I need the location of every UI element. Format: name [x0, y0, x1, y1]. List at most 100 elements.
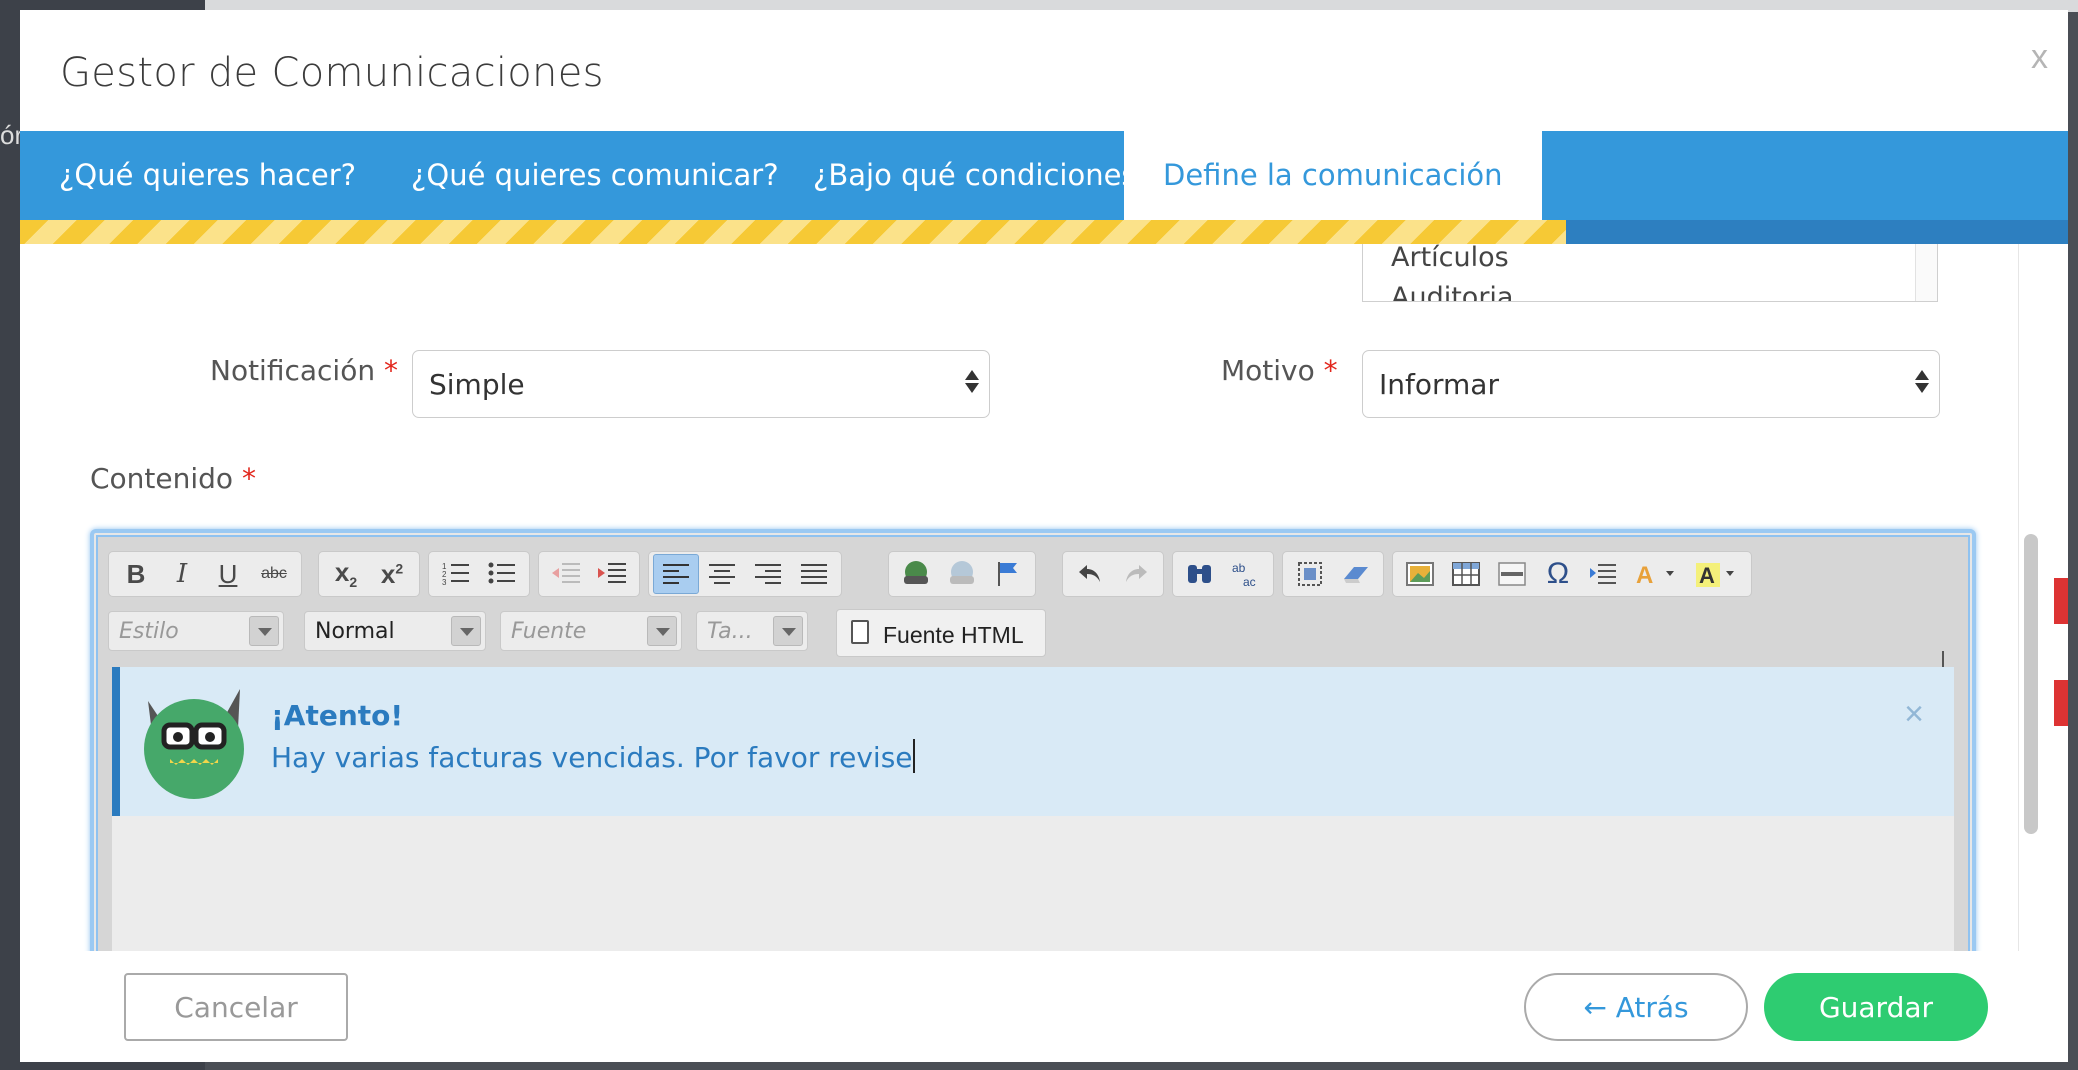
notification-label: Notificación *: [210, 354, 398, 387]
wizard-progress-bar: [20, 220, 2068, 244]
scrollbar-thumb[interactable]: [2024, 534, 2038, 834]
numbered-list-icon[interactable]: 123: [433, 554, 479, 594]
cancel-button[interactable]: Cancelar: [124, 973, 348, 1041]
content-label-text: Contenido: [90, 462, 234, 495]
remove-format-icon[interactable]: [1333, 554, 1379, 594]
close-modal-button[interactable]: x: [2031, 38, 2048, 77]
toolbar-group-select: [1282, 551, 1384, 597]
justify-icon[interactable]: [791, 554, 837, 594]
indent-icon[interactable]: [589, 554, 635, 594]
italic-icon[interactable]: I: [159, 554, 205, 594]
content-label: Contenido *: [90, 462, 256, 495]
required-mark: *: [383, 354, 398, 387]
toolbar-group-basic: B I U abc: [108, 551, 302, 597]
format-combo-text: Normal: [315, 619, 395, 644]
background-color-icon[interactable]: A: [1687, 554, 1747, 594]
size-combo[interactable]: Ta...: [696, 611, 808, 651]
superscript-icon[interactable]: x2: [369, 554, 415, 594]
required-mark: *: [1323, 354, 1338, 387]
toolbar-group-history: [1062, 551, 1164, 597]
communications-modal: Gestor de Comunicaciones x ¿Qué quieres …: [20, 10, 2068, 1062]
text-caret: [912, 739, 915, 773]
reason-select-value: Informar: [1379, 368, 1499, 401]
undo-icon[interactable]: [1067, 554, 1113, 594]
align-left-icon[interactable]: [653, 554, 699, 594]
format-combo[interactable]: Normal: [304, 611, 486, 651]
align-right-icon[interactable]: [745, 554, 791, 594]
unlink-icon[interactable]: [939, 554, 985, 594]
toolbar-group-script: x2 x2: [318, 551, 420, 597]
subscript-icon[interactable]: x2: [323, 554, 369, 594]
reason-label: Motivo *: [1221, 354, 1338, 387]
toolbar-group-find: ab ac: [1172, 551, 1274, 597]
html-source-button[interactable]: Fuente HTML: [836, 609, 1046, 657]
replace-icon[interactable]: ab ac: [1223, 554, 1269, 594]
image-icon[interactable]: [1397, 554, 1443, 594]
progress-fill: [20, 220, 1567, 244]
listbox-item[interactable]: Artículos: [1391, 244, 1509, 273]
listbox-item[interactable]: Auditoria: [1391, 282, 1513, 301]
bold-icon[interactable]: B: [113, 554, 159, 594]
font-combo[interactable]: Fuente: [500, 611, 682, 651]
page-break-icon[interactable]: [1581, 554, 1627, 594]
tab-what-to-communicate[interactable]: ¿Qué quieres comunicar?: [372, 131, 818, 220]
special-char-icon[interactable]: Ω: [1535, 554, 1581, 594]
alert-text[interactable]: Hay varias facturas vencidas. Por favor …: [271, 739, 915, 774]
required-mark: *: [241, 462, 256, 495]
svg-text:A: A: [1699, 563, 1715, 587]
editor-toolbar: B I U abc x2 x2 123 ab ac Ω A A Estilo N…: [108, 547, 1958, 675]
style-combo[interactable]: Estilo: [108, 611, 284, 651]
alert-box: ¡Atento! Hay varias facturas vencidas. P…: [112, 667, 1954, 816]
outdent-icon[interactable]: [543, 554, 589, 594]
alert-title: ¡Atento!: [271, 699, 404, 732]
toolbar-group-insert: Ω A A: [1392, 551, 1752, 597]
size-combo-text: Ta...: [707, 619, 753, 644]
modal-footer: Cancelar ← Atrás Guardar: [20, 951, 2068, 1062]
editor-frame: B I U abc x2 x2 123 ab ac Ω A A Estilo N…: [96, 535, 1970, 951]
select-all-icon[interactable]: [1287, 554, 1333, 594]
style-combo-text: Estilo: [119, 619, 179, 644]
underline-icon[interactable]: U: [205, 554, 251, 594]
modal-body: Artículos Auditoria Notificación * Simpl…: [20, 244, 2068, 951]
bulleted-list-icon[interactable]: [479, 554, 525, 594]
link-icon[interactable]: [893, 554, 939, 594]
svg-text:ac: ac: [1243, 575, 1256, 588]
monster-mascot-icon: [144, 689, 244, 799]
notification-select-value: Simple: [429, 368, 525, 401]
notification-label-text: Notificación: [210, 354, 376, 387]
wizard-tabs: ¿Qué quieres hacer? ¿Qué quieres comunic…: [20, 131, 2068, 220]
back-button[interactable]: ← Atrás: [1524, 973, 1748, 1041]
chevron-down-icon: [249, 616, 279, 646]
chevron-down-icon: [773, 616, 803, 646]
listbox-scrollbar[interactable]: [1915, 244, 1937, 301]
editor-content[interactable]: ¡Atento! Hay varias facturas vencidas. P…: [112, 667, 1954, 951]
chevron-down-icon: [647, 616, 677, 646]
toolbar-group-links: [888, 551, 1036, 597]
alert-message: Hay varias facturas vencidas. Por favor …: [271, 741, 913, 774]
select-arrows-icon: [1915, 367, 1929, 403]
redo-icon[interactable]: [1113, 554, 1159, 594]
rich-text-editor: B I U abc x2 x2 123 ab ac Ω A A Estilo N…: [90, 529, 1976, 951]
notification-select[interactable]: Simple: [412, 350, 990, 418]
select-arrows-icon: [965, 367, 979, 403]
reason-select[interactable]: Informar: [1362, 350, 1940, 418]
align-center-icon[interactable]: [699, 554, 745, 594]
tab-define-communication[interactable]: Define la comunicación: [1124, 131, 1542, 220]
font-combo-text: Fuente: [511, 619, 587, 644]
target-listbox[interactable]: Artículos Auditoria: [1362, 244, 1938, 302]
find-icon[interactable]: [1177, 554, 1223, 594]
svg-text:3: 3: [442, 578, 447, 587]
source-document-icon: [851, 620, 869, 644]
tab-what-to-do[interactable]: ¿Qué quieres hacer?: [20, 131, 395, 220]
modal-header: Gestor de Comunicaciones x: [20, 10, 2068, 131]
text-color-icon[interactable]: A: [1627, 554, 1687, 594]
modal-title: Gestor de Comunicaciones: [60, 50, 604, 96]
strikethrough-icon[interactable]: abc: [251, 554, 297, 594]
save-button[interactable]: Guardar: [1764, 973, 1988, 1041]
anchor-icon[interactable]: [985, 554, 1031, 594]
modal-scrollbar[interactable]: [2018, 244, 2042, 951]
alert-close-icon[interactable]: ×: [1904, 695, 1924, 734]
toolbar-group-indent: [538, 551, 640, 597]
horizontal-rule-icon[interactable]: [1489, 554, 1535, 594]
table-icon[interactable]: [1443, 554, 1489, 594]
